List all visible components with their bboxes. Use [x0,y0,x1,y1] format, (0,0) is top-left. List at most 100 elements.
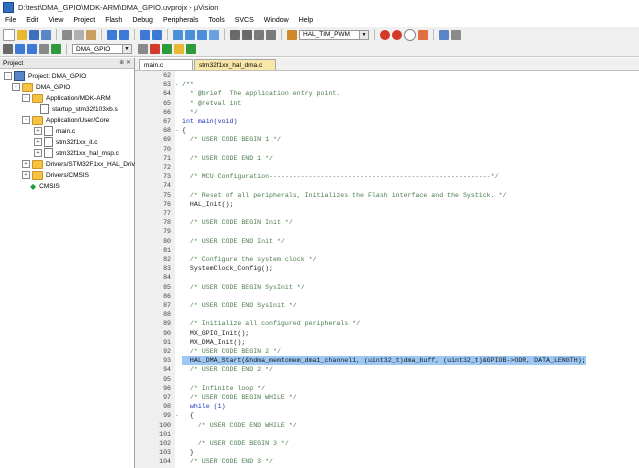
code-line[interactable]: 80 /* USER CODE END Init */ [135,237,639,246]
manage-components-icon[interactable] [150,44,160,54]
code-line[interactable]: 79 [135,227,639,236]
code-line[interactable]: 94 /* USER CODE END 2 */ [135,365,639,374]
batch-build-icon[interactable] [39,44,49,54]
code-line[interactable]: 103 } [135,448,639,457]
collapse-icon[interactable]: - [22,116,30,124]
tree-node-cmsis-component[interactable]: ◆ CMSIS [30,181,60,191]
menu-view[interactable]: View [43,17,68,24]
prev-bookmark-icon[interactable] [185,29,195,40]
tree-node-target[interactable]: - DMA_GPIO [12,82,70,92]
save-icon[interactable] [29,29,39,40]
debug-start-icon[interactable] [380,29,390,40]
code-line[interactable]: 101 [135,430,639,439]
collapse-icon[interactable]: - [22,94,30,102]
code-line[interactable]: 77 [135,209,639,218]
menu-tools[interactable]: Tools [203,17,229,24]
chevron-down-icon[interactable]: ▼ [122,45,131,53]
kill-breakpoints-icon[interactable] [418,29,428,40]
code-line[interactable]: 68-{ [135,126,639,135]
tab-stm32f1xx-hal-dma-c[interactable]: stm32f1xx_hal_dma.c [194,59,276,70]
code-line[interactable]: 95 [135,375,639,384]
fold-toggle-icon[interactable]: - [175,411,181,420]
code-line[interactable]: 92 /* USER CODE BEGIN 2 */ [135,347,639,356]
chevron-down-icon[interactable]: ▼ [359,30,368,39]
nav-forward-icon[interactable] [152,29,162,40]
code-line[interactable]: 84 [135,273,639,282]
menu-edit[interactable]: Edit [21,17,43,24]
code-line[interactable]: 97 /* USER CODE BEGIN WHILE */ [135,393,639,402]
tree-node-group-core[interactable]: - Application/User/Core [22,115,109,125]
find-combo[interactable]: HAL_TIM_PWM ▼ [299,29,369,40]
code-line[interactable]: 64 * @brief The application entry point. [135,89,639,98]
comment-icon[interactable] [254,29,264,40]
tab-main-c[interactable]: main.c [139,59,193,70]
code-line[interactable]: 100 /* USER CODE END WHILE */ [135,421,639,430]
clear-bookmarks-icon[interactable] [209,29,219,40]
code-line[interactable]: 72 [135,163,639,172]
code-line[interactable]: 104 /* USER CODE END 3 */ [135,457,639,466]
tree-node-startup-file[interactable]: startup_stm32f103xb.s [40,104,118,114]
expand-icon[interactable]: + [22,171,30,179]
expand-icon[interactable]: + [22,160,30,168]
copy-icon[interactable] [74,29,84,40]
run-time-environment-icon[interactable] [162,44,172,54]
menu-window[interactable]: Window [259,17,294,24]
fold-toggle-icon[interactable]: - [175,80,181,89]
indent-icon[interactable] [230,29,240,40]
code-line[interactable]: 69 /* USER CODE BEGIN 1 */ [135,135,639,144]
expand-icon[interactable]: + [34,127,42,135]
code-line[interactable]: 85 /* USER CODE BEGIN SysInit */ [135,283,639,292]
tree-node-project[interactable]: - Project: DMA_GPIO [4,71,86,81]
code-line[interactable]: 71 /* USER CODE END 1 */ [135,154,639,163]
cut-icon[interactable] [62,29,72,40]
tree-node-group-cmsis[interactable]: + Drivers/CMSIS [22,170,89,180]
menu-peripherals[interactable]: Peripherals [158,17,203,24]
menu-flash[interactable]: Flash [100,17,127,24]
next-bookmark-icon[interactable] [197,29,207,40]
code-line[interactable]: 88 [135,310,639,319]
tree-node-group-mdk-arm[interactable]: - Application/MDK-ARM [22,93,111,103]
collapse-icon[interactable]: - [12,83,20,91]
menu-svcs[interactable]: SVCS [230,17,259,24]
tree-node-main-c[interactable]: + main.c [34,126,75,136]
fold-toggle-icon[interactable]: - [175,126,181,135]
configure-icon[interactable] [451,29,461,40]
expand-icon[interactable]: + [34,138,42,146]
code-line[interactable]: 98 while (1) [135,402,639,411]
code-line[interactable]: 91 MX_DMA_Init(); [135,338,639,347]
code-editor[interactable]: 62 63-/** 64 * @brief The application entr… [135,71,639,468]
code-line[interactable]: 74 [135,181,639,190]
code-line[interactable]: 93 HAL_DMA_Start(&hdma_memtomem_dma1_cha… [135,356,639,366]
menu-file[interactable]: File [0,17,21,24]
expand-icon[interactable]: + [34,149,42,157]
new-file-icon[interactable] [3,28,15,41]
pin-close-icon[interactable]: ⊕ ✕ [119,59,131,66]
uncomment-icon[interactable] [266,29,276,40]
target-combo[interactable]: DMA_GPIO ▼ [72,44,132,54]
code-line[interactable]: 86 [135,292,639,301]
code-line[interactable]: 90 MX_GPIO_Init(); [135,329,639,338]
rebuild-icon[interactable] [27,44,37,54]
code-line[interactable]: 82 /* Configure the system clock */ [135,255,639,264]
build-icon[interactable] [15,44,25,54]
code-line[interactable]: 89 /* Initialize all configured peripher… [135,319,639,328]
code-line[interactable]: 96 /* Infinite loop */ [135,384,639,393]
tree-node-group-hal-driver[interactable]: + Drivers/STM32F1xx_HAL_Driv [22,159,135,169]
options-for-target-icon[interactable] [138,44,148,54]
code-line[interactable]: 73 /* MCU Configuration-----------------… [135,172,639,181]
collapse-icon[interactable]: - [4,72,12,80]
code-line[interactable]: 99- { [135,411,639,420]
code-line[interactable]: 65 * @retval int [135,99,639,108]
tree-node-it-c[interactable]: + stm32f1xx_it.c [34,137,98,147]
code-line[interactable]: 70 [135,145,639,154]
download-icon[interactable] [51,44,61,54]
menu-project[interactable]: Project [68,17,100,24]
save-all-icon[interactable] [41,29,51,40]
pack-installer-icon[interactable] [186,44,196,54]
code-line[interactable]: 78 /* USER CODE BEGIN Init */ [135,218,639,227]
select-packs-icon[interactable] [174,44,184,54]
code-line[interactable]: 67 int main(void) [135,117,639,126]
code-line[interactable]: 76 HAL_Init(); [135,200,639,209]
code-line[interactable]: 87 /* USER CODE END SysInit */ [135,301,639,310]
redo-icon[interactable] [119,29,129,40]
